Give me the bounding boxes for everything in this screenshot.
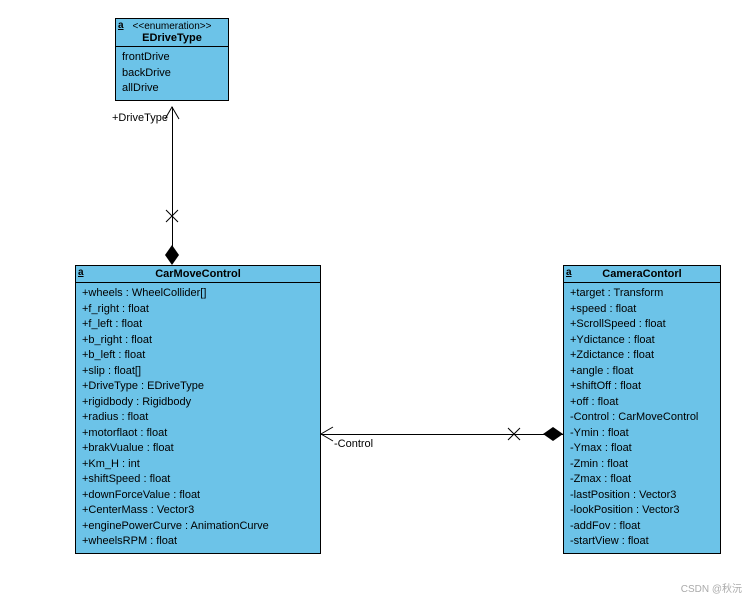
attr-row: -lastPosition : Vector3 (570, 488, 714, 504)
attr-row: +CenterMass : Vector3 (82, 503, 314, 519)
multiplicity-x-icon (508, 428, 520, 440)
watermark: CSDN @秋沅 (681, 580, 742, 595)
enum-value: backDrive (122, 66, 222, 82)
carmove-name: CarMoveControl (80, 268, 316, 280)
attr-row: +target : Transform (570, 286, 714, 302)
attr-row: +slip : float[] (82, 364, 314, 380)
attr-row: +Km_H : int (82, 457, 314, 473)
attr-row: +radius : float (82, 410, 314, 426)
attr-row: +ScrollSpeed : float (570, 317, 714, 333)
a-icon: a (566, 267, 572, 278)
connector-line (172, 107, 173, 251)
attr-row: +shiftOff : float (570, 379, 714, 395)
arrow-icon (321, 427, 333, 441)
connector-line (321, 434, 563, 435)
attr-row: -Zmax : float (570, 472, 714, 488)
attr-row: +shiftSpeed : float (82, 472, 314, 488)
attr-row: +b_right : float (82, 333, 314, 349)
attr-row: +angle : float (570, 364, 714, 380)
attr-row: +rigidbody : Rigidbody (82, 395, 314, 411)
attr-row: +enginePowerCurve : AnimationCurve (82, 519, 314, 535)
camera-body: +target : Transform+speed : float+Scroll… (564, 283, 720, 553)
attr-row: -Control : CarMoveControl (570, 410, 714, 426)
enum-header: a <<enumeration>> EDriveType (116, 19, 228, 47)
attr-row: +DriveType : EDriveType (82, 379, 314, 395)
attr-row: +Zdictance : float (570, 348, 714, 364)
attr-row: -lookPosition : Vector3 (570, 503, 714, 519)
carmove-header: a CarMoveControl (76, 266, 320, 283)
enum-stereotype: <<enumeration>> (120, 21, 224, 32)
attr-row: +wheels : WheelCollider[] (82, 286, 314, 302)
camera-name: CameraContorl (568, 268, 716, 280)
attr-row: +wheelsRPM : float (82, 534, 314, 550)
attr-row: -Ymax : float (570, 441, 714, 457)
attr-row: -Ymin : float (570, 426, 714, 442)
attr-row: +f_right : float (82, 302, 314, 318)
attr-row: +f_left : float (82, 317, 314, 333)
attr-row: +Ydictance : float (570, 333, 714, 349)
carmove-body: +wheels : WheelCollider[]+f_right : floa… (76, 283, 320, 553)
camera-class: a CameraContorl +target : Transform+spee… (563, 265, 721, 554)
drivetype-label: +DriveType (112, 112, 168, 124)
attr-row: +b_left : float (82, 348, 314, 364)
attr-row: -addFov : float (570, 519, 714, 535)
attr-row: -Zmin : float (570, 457, 714, 473)
enum-body: frontDrive backDrive allDrive (116, 47, 228, 100)
enum-class: a <<enumeration>> EDriveType frontDrive … (115, 18, 229, 101)
enum-value: allDrive (122, 81, 222, 97)
camera-header: a CameraContorl (564, 266, 720, 283)
attr-row: +motorflaot : float (82, 426, 314, 442)
attr-row: +brakVualue : float (82, 441, 314, 457)
control-label: -Control (334, 438, 373, 450)
carmove-class: a CarMoveControl +wheels : WheelCollider… (75, 265, 321, 554)
attr-row: +off : float (570, 395, 714, 411)
enum-name: EDriveType (120, 32, 224, 44)
enum-value: frontDrive (122, 50, 222, 66)
attr-row: +downForceValue : float (82, 488, 314, 504)
composition-diamond-icon (543, 427, 563, 441)
attr-row: -startView : float (570, 534, 714, 550)
a-icon: a (78, 267, 84, 278)
multiplicity-x-icon (166, 210, 178, 222)
attr-row: +speed : float (570, 302, 714, 318)
a-icon: a (118, 20, 124, 31)
composition-diamond-icon (165, 245, 179, 265)
